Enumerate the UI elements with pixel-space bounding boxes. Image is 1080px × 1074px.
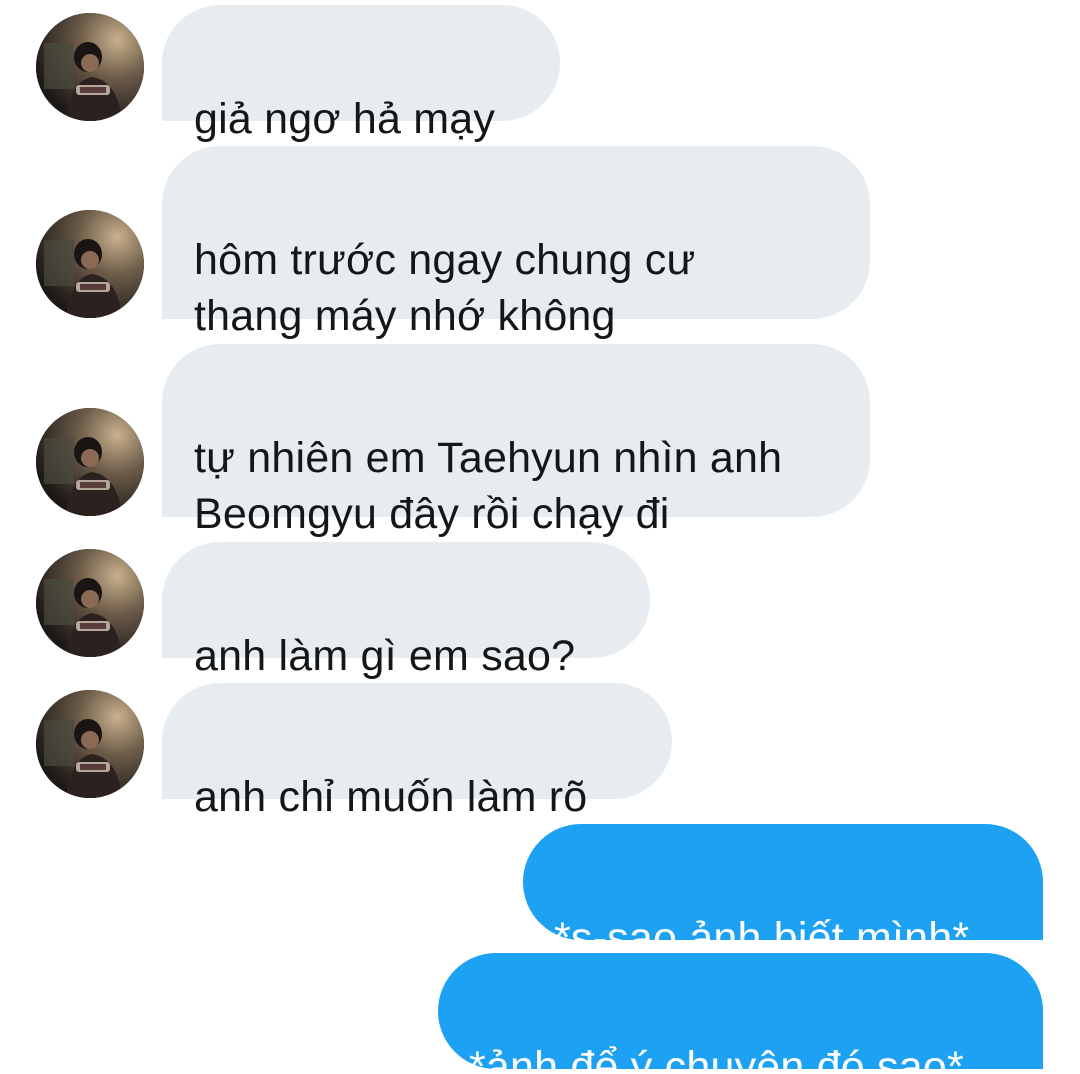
avatar-photo	[36, 549, 144, 657]
contact-avatar[interactable]	[36, 549, 144, 657]
avatar-photo	[36, 13, 144, 121]
incoming-message-bubble[interactable]: anh chỉ muốn làm rõ	[162, 683, 672, 821]
incoming-message-bubble[interactable]: hôm trước ngay chung cư thang máy nhớ kh…	[162, 146, 870, 340]
message-text: hôm trước ngay chung cư thang máy nhớ kh…	[194, 236, 696, 340]
message-text: anh làm gì em sao?	[194, 632, 576, 680]
incoming-message-bubble[interactable]: anh làm gì em sao?	[162, 542, 650, 680]
contact-avatar[interactable]	[36, 210, 144, 318]
message-text: *ảnh để ý chuyện đó sao*	[469, 1043, 964, 1074]
incoming-message-bubble[interactable]: giả ngơ hả mạy	[162, 5, 560, 143]
contact-avatar[interactable]	[36, 690, 144, 798]
incoming-message-bubble[interactable]: tự nhiên em Taehyun nhìn anh Beomgyu đây…	[162, 344, 870, 538]
message-text: tự nhiên em Taehyun nhìn anh Beomgyu đây…	[194, 434, 783, 538]
contact-avatar[interactable]	[36, 13, 144, 121]
outgoing-message-bubble[interactable]: *s-sao ảnh biết mình*	[523, 824, 1043, 962]
avatar-photo	[36, 408, 144, 516]
avatar-photo	[36, 210, 144, 318]
outgoing-message-bubble[interactable]: *ảnh để ý chuyện đó sao*	[438, 953, 1043, 1074]
message-text: anh chỉ muốn làm rõ	[194, 773, 588, 821]
avatar-photo	[36, 690, 144, 798]
message-text: giả ngơ hả mạy	[194, 95, 496, 143]
contact-avatar[interactable]	[36, 408, 144, 516]
